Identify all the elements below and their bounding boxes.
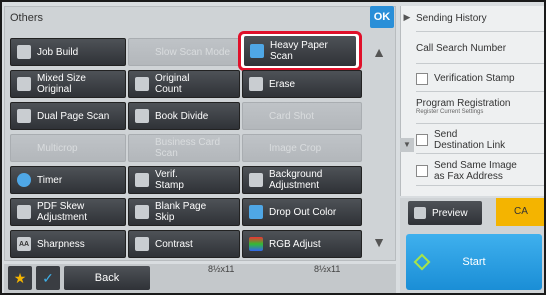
start-icon — [413, 253, 431, 271]
business-card-icon — [135, 141, 149, 155]
back-button[interactable]: Back — [64, 266, 150, 290]
dual-page-scan-button[interactable]: Dual Page Scan — [10, 102, 126, 130]
clock-icon — [17, 173, 31, 187]
ok-button[interactable]: OK — [370, 6, 394, 28]
book-divide-button[interactable]: Book Divide — [128, 102, 240, 130]
erase-button[interactable]: Erase — [242, 70, 362, 98]
card-shot-button[interactable]: Card Shot — [242, 102, 362, 130]
blank-page-icon — [135, 205, 149, 219]
multicrop-button[interactable]: Multicrop — [10, 134, 126, 162]
mixed-size-icon — [17, 77, 31, 91]
panel-toggle-icon[interactable]: ▶ — [400, 6, 414, 28]
send-same-image-checkbox[interactable] — [416, 164, 428, 177]
preview-button[interactable]: Preview — [408, 201, 482, 225]
contrast-button[interactable]: Contrast — [128, 230, 240, 258]
panel-scroll-down-icon[interactable]: ▼ — [400, 138, 414, 152]
send-destination-link-item[interactable]: Send Destination Link — [416, 126, 544, 154]
sending-history-item[interactable]: Sending History — [416, 6, 544, 32]
verif-stamp-button[interactable]: Verif. Stamp — [128, 166, 240, 194]
contrast-icon — [135, 237, 149, 251]
slow-scan-mode-button[interactable]: Slow Scan Mode — [128, 38, 240, 66]
dual-page-icon — [17, 109, 31, 123]
panel-title: Others — [10, 12, 44, 24]
slow-scan-icon — [135, 45, 149, 59]
blank-page-skip-button[interactable]: Blank Page Skip — [128, 198, 240, 226]
original-count-icon — [135, 77, 149, 91]
send-destination-link-checkbox[interactable] — [416, 133, 428, 146]
rgb-adjust-button[interactable]: RGB Adjust — [242, 230, 362, 258]
job-build-icon — [17, 45, 31, 59]
image-crop-button[interactable]: Image Crop — [242, 134, 362, 162]
heavy-paper-scan-button[interactable]: Heavy Paper Scan — [244, 36, 356, 66]
pdf-skew-adjustment-button[interactable]: PDF Skew Adjustment — [10, 198, 126, 226]
paper-size-right: 8½x11 — [314, 264, 341, 274]
rgb-adjust-icon — [249, 237, 263, 251]
drop-out-color-button[interactable]: Drop Out Color — [242, 198, 362, 226]
job-build-button[interactable]: Job Build — [10, 38, 126, 66]
star-icon[interactable]: ★ — [8, 266, 32, 290]
pdf-skew-icon — [17, 205, 31, 219]
drop-out-color-icon — [249, 205, 263, 219]
sharpness-button[interactable]: AA Sharpness — [10, 230, 126, 258]
paper-size-left: 8½x11 — [208, 264, 235, 274]
preview-icon — [414, 207, 426, 219]
image-crop-icon — [249, 141, 263, 155]
call-search-number-item[interactable]: Call Search Number — [416, 34, 544, 64]
business-card-scan-button[interactable]: Business Card Scan — [128, 134, 240, 162]
program-registration-item[interactable]: Program Registration Register Current Se… — [416, 94, 544, 124]
erase-icon — [249, 77, 263, 91]
clear-all-button[interactable]: CA — [496, 198, 544, 226]
heavy-paper-icon — [250, 44, 264, 58]
background-adjustment-button[interactable]: Background Adjustment — [242, 166, 362, 194]
book-divide-icon — [135, 109, 149, 123]
sharpness-icon: AA — [17, 237, 31, 251]
multicrop-icon — [17, 141, 31, 155]
background-adjust-icon — [249, 173, 263, 187]
card-shot-icon — [249, 109, 263, 123]
stamp-icon — [135, 173, 149, 187]
original-count-button[interactable]: Original Count — [128, 70, 240, 98]
timer-button[interactable]: Timer — [10, 166, 126, 194]
scroll-down-icon[interactable]: ▼ — [368, 228, 390, 256]
verification-stamp-item[interactable]: Verification Stamp — [416, 66, 544, 92]
verification-stamp-checkbox[interactable] — [416, 72, 428, 85]
send-same-image-fax-item[interactable]: Send Same Image as Fax Address — [416, 156, 544, 186]
start-button[interactable]: Start — [406, 234, 542, 290]
mixed-size-original-button[interactable]: Mixed Size Original — [10, 70, 126, 98]
check-icon[interactable]: ✓ — [36, 266, 60, 290]
scroll-up-icon[interactable]: ▲ — [368, 38, 390, 66]
screen-frame: Others OK Job Build Slow Scan Mode Heavy… — [0, 0, 546, 295]
